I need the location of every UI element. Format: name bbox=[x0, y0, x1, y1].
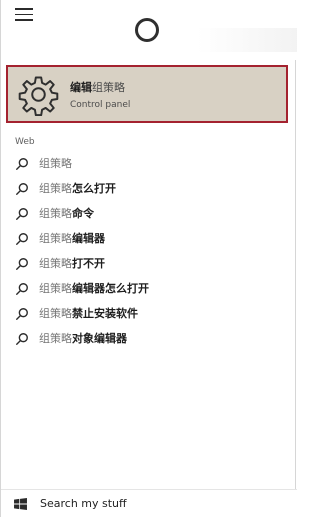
gear-icon bbox=[18, 76, 59, 116]
web-result-item[interactable]: 组策略怎么打开 bbox=[1, 177, 297, 202]
web-result-muted-text: 组策略 bbox=[39, 332, 72, 345]
web-result-muted-text: 组策略 bbox=[39, 207, 72, 220]
web-result-strong-text: 编辑器怎么打开 bbox=[72, 282, 149, 295]
web-result-text: 组策略禁止安装软件 bbox=[39, 307, 138, 321]
web-result-muted-text: 组策略 bbox=[39, 282, 72, 295]
search-icon bbox=[16, 333, 28, 345]
search-icon bbox=[16, 258, 28, 270]
web-result-strong-text: 编辑器 bbox=[72, 232, 105, 245]
web-result-strong-text: 对象编辑器 bbox=[72, 332, 127, 345]
windows-logo-icon bbox=[14, 498, 27, 510]
hamburger-menu-icon[interactable] bbox=[15, 8, 33, 22]
web-result-item[interactable]: 组策略编辑器怎么打开 bbox=[1, 277, 297, 302]
web-results-list: 组策略 组策略怎么打开 组策略命令 组策略编辑器 组策略打不开 组策略编辑器怎么… bbox=[1, 152, 297, 352]
web-result-item[interactable]: 组策略 bbox=[1, 152, 297, 177]
web-result-muted-text: 组策略 bbox=[39, 157, 72, 170]
web-result-text: 组策略对象编辑器 bbox=[39, 332, 127, 346]
web-result-text: 组策略命令 bbox=[39, 207, 94, 221]
web-result-item[interactable]: 组策略编辑器 bbox=[1, 227, 297, 252]
best-match-result[interactable]: 编辑组策略 Control panel bbox=[6, 65, 288, 123]
best-match-title: 编辑组策略 bbox=[70, 81, 125, 95]
web-result-text: 组策略 bbox=[39, 157, 72, 171]
search-icon bbox=[16, 183, 28, 195]
web-result-muted-text: 组策略 bbox=[39, 182, 72, 195]
web-result-strong-text: 命令 bbox=[72, 207, 94, 220]
best-match-title-prefix: 编辑 bbox=[70, 81, 92, 94]
search-my-stuff-button[interactable]: Search my stuff bbox=[1, 489, 297, 517]
web-result-strong-text: 打不开 bbox=[72, 257, 105, 270]
cortana-ring-icon bbox=[135, 18, 159, 42]
web-result-strong-text: 怎么打开 bbox=[72, 182, 116, 195]
top-background-fade bbox=[197, 28, 297, 52]
web-result-item[interactable]: 组策略命令 bbox=[1, 202, 297, 227]
web-result-muted-text: 组策略 bbox=[39, 232, 72, 245]
web-section-label: Web bbox=[15, 137, 35, 147]
web-result-text: 组策略打不开 bbox=[39, 257, 105, 271]
web-result-muted-text: 组策略 bbox=[39, 257, 72, 270]
search-icon bbox=[16, 158, 28, 170]
web-result-muted-text: 组策略 bbox=[39, 307, 72, 320]
best-match-title-suffix: 组策略 bbox=[92, 81, 125, 94]
best-match-subtitle: Control panel bbox=[70, 100, 131, 110]
top-bar bbox=[1, 0, 297, 60]
search-my-stuff-label: Search my stuff bbox=[40, 497, 127, 510]
web-result-item[interactable]: 组策略禁止安装软件 bbox=[1, 302, 297, 327]
web-result-item[interactable]: 组策略打不开 bbox=[1, 252, 297, 277]
search-panel: 编辑组策略 Control panel Web 组策略 组策略怎么打开 组策略命… bbox=[0, 0, 297, 517]
search-icon bbox=[16, 283, 28, 295]
web-result-text: 组策略编辑器 bbox=[39, 232, 105, 246]
web-result-item[interactable]: 组策略对象编辑器 bbox=[1, 327, 297, 352]
search-icon bbox=[16, 233, 28, 245]
web-result-text: 组策略编辑器怎么打开 bbox=[39, 282, 149, 296]
web-result-text: 组策略怎么打开 bbox=[39, 182, 116, 196]
web-result-strong-text: 禁止安装软件 bbox=[72, 307, 138, 320]
search-icon bbox=[16, 208, 28, 220]
search-icon bbox=[16, 308, 28, 320]
